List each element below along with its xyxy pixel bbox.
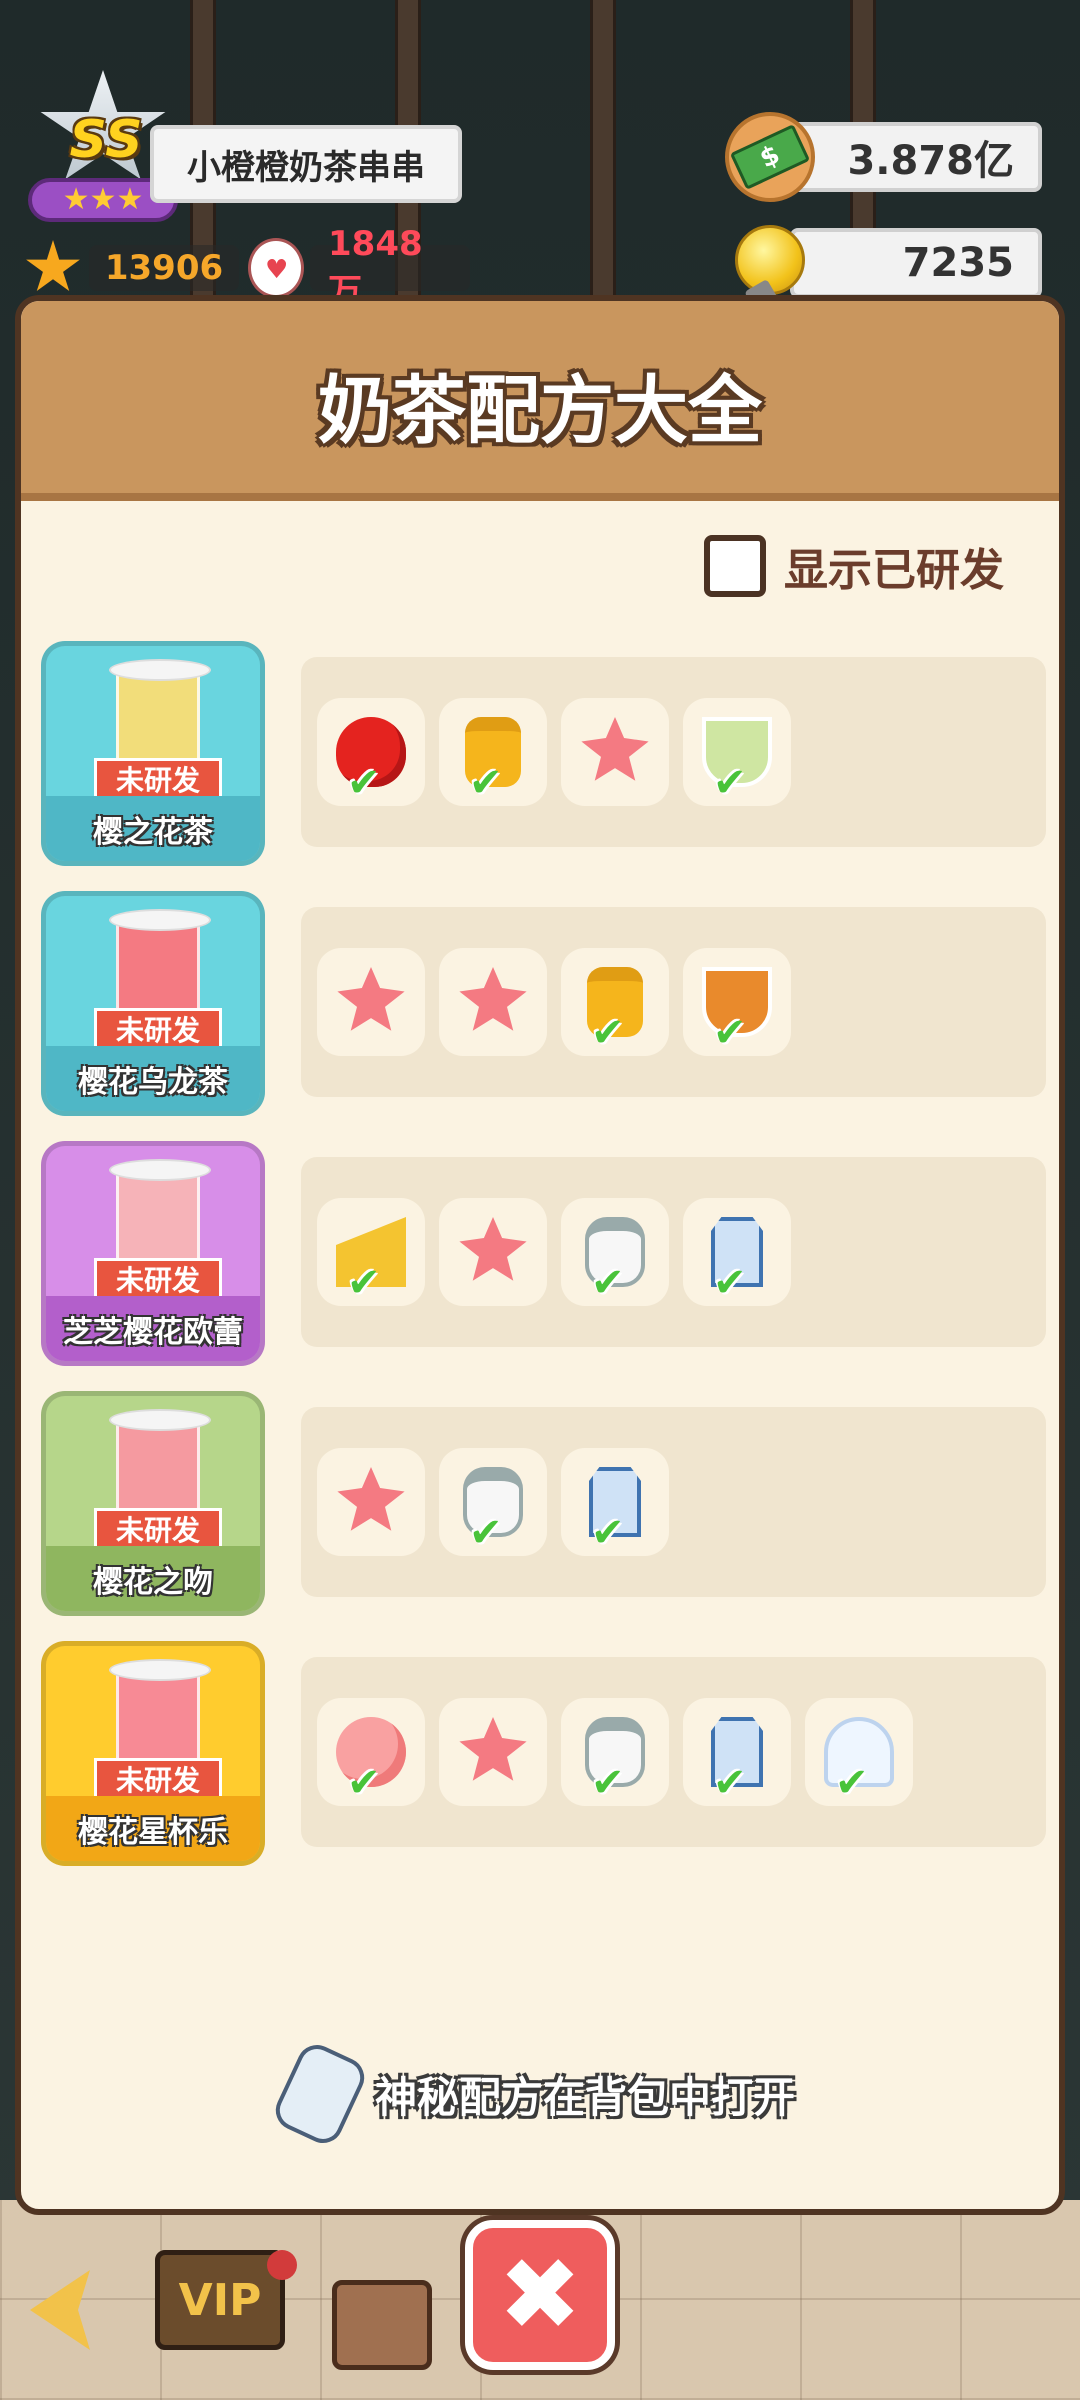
ingredient-list: ✔ ✔ ✔ xyxy=(301,1157,1046,1347)
recipe-card[interactable]: 未研发 樱之花茶 xyxy=(41,641,265,866)
recipe-card[interactable]: 未研发 樱花之吻 xyxy=(41,1391,265,1616)
status-badge: 未研发 xyxy=(94,1258,222,1300)
hint-row: 神秘配方在背包中打开 xyxy=(21,2038,1059,2150)
sakura-icon xyxy=(459,1717,527,1781)
stars-stat: 13906 xyxy=(25,238,239,298)
check-icon: ✔ xyxy=(591,1760,625,1806)
vip-button[interactable]: VIP xyxy=(155,2250,285,2350)
ingredient-list: ✔ ✔ xyxy=(301,1407,1046,1597)
check-icon: ✔ xyxy=(591,1510,625,1556)
ingredient-slot[interactable] xyxy=(439,1198,547,1306)
recipe-row: 未研发 樱花星杯乐 ✔ ✔ ✔ ✔ xyxy=(41,1641,1051,1866)
fans-stat: 1848万 xyxy=(248,224,470,312)
money-icon: $ xyxy=(725,112,815,202)
ingredient-slot[interactable]: ✔ xyxy=(683,698,791,806)
check-icon: ✔ xyxy=(347,1260,381,1306)
ingredient-list: ✔ ✔ ✔ xyxy=(301,657,1046,847)
sakura-icon xyxy=(337,967,405,1031)
check-icon: ✔ xyxy=(835,1760,869,1806)
status-badge: 未研发 xyxy=(94,1008,222,1050)
ingredient-slot[interactable] xyxy=(317,948,425,1056)
ingredient-slot[interactable]: ✔ xyxy=(805,1698,913,1806)
recipe-name: 樱之花茶 xyxy=(46,796,260,861)
ingredient-slot[interactable]: ✔ xyxy=(317,698,425,806)
check-icon: ✔ xyxy=(347,1760,381,1806)
bottom-bar: VIP ✖ xyxy=(0,2220,1080,2400)
ingredient-slot[interactable]: ✔ xyxy=(561,1448,669,1556)
check-icon: ✔ xyxy=(713,1010,747,1056)
ingredient-list: ✔ ✔ ✔ ✔ xyxy=(301,1657,1046,1847)
ingredient-slot[interactable]: ✔ xyxy=(561,1198,669,1306)
dollar-bill-icon: $ xyxy=(729,124,811,190)
lightbulb-icon xyxy=(735,225,805,295)
check-icon: ✔ xyxy=(469,760,503,806)
ingredient-slot[interactable]: ✔ xyxy=(439,1448,547,1556)
shop-cart-icon[interactable] xyxy=(332,2280,432,2370)
ingredient-slot[interactable]: ✔ xyxy=(683,1198,791,1306)
ingredient-slot[interactable]: ✔ xyxy=(317,1698,425,1806)
recipe-card[interactable]: 未研发 樱花星杯乐 xyxy=(41,1641,265,1866)
check-icon: ✔ xyxy=(713,1260,747,1306)
recipe-name: 樱花之吻 xyxy=(46,1546,260,1611)
check-icon: ✔ xyxy=(469,1510,503,1556)
show-researched-toggle[interactable]: 显示已研发 xyxy=(704,531,1004,601)
status-badge: 未研发 xyxy=(94,1508,222,1550)
ingredient-slot[interactable] xyxy=(439,1698,547,1806)
check-icon: ✔ xyxy=(347,760,381,806)
rank-stars: ★★★ xyxy=(62,182,144,217)
sakura-icon xyxy=(581,717,649,781)
recipe-row: 未研发 樱之花茶 ✔ ✔ ✔ xyxy=(41,641,1051,866)
ingredient-slot[interactable] xyxy=(317,1448,425,1556)
rank-label: SS xyxy=(69,110,143,170)
recipe-card[interactable]: 未研发 芝芝樱花欧蕾 xyxy=(41,1141,265,1366)
hint-text: 神秘配方在背包中打开 xyxy=(374,2072,795,2122)
money-balance[interactable]: 3.878亿 xyxy=(790,122,1042,192)
message-bottle-icon xyxy=(269,2038,371,2150)
top-hud: SS ★★★ 小橙橙奶茶串串 13906 1848万 3.878亿 $ 7235 xyxy=(0,0,1080,312)
recipe-name: 樱花乌龙茶 xyxy=(46,1046,260,1111)
recipe-name: 芝芝樱花欧蕾 xyxy=(46,1296,260,1361)
notification-dot xyxy=(267,2250,297,2280)
ingredient-slot[interactable] xyxy=(561,698,669,806)
ingredient-slot[interactable]: ✔ xyxy=(561,1698,669,1806)
status-badge: 未研发 xyxy=(94,758,222,800)
check-icon: ✔ xyxy=(591,1010,625,1056)
ingredient-slot[interactable]: ✔ xyxy=(439,698,547,806)
ingredient-slot[interactable] xyxy=(439,948,547,1056)
player-name[interactable]: 小橙橙奶茶串串 xyxy=(150,125,462,203)
check-icon: ✔ xyxy=(591,1260,625,1306)
recipe-card[interactable]: 未研发 樱花乌龙茶 xyxy=(41,891,265,1116)
ingredient-slot[interactable]: ✔ xyxy=(561,948,669,1056)
recipe-book-panel: 奶茶配方大全 显示已研发 未研发 樱之花茶 ✔ ✔ ✔ 未研发 樱花乌龙茶 ✔ ✔ 未研发 芝芝樱花… xyxy=(15,295,1065,2215)
back-arrow-icon[interactable] xyxy=(30,2270,90,2350)
star-icon xyxy=(26,240,80,291)
stars-value: 13906 xyxy=(89,245,239,291)
status-badge: 未研发 xyxy=(94,1758,222,1800)
panel-header: 奶茶配方大全 xyxy=(21,301,1059,501)
ingredient-slot[interactable]: ✔ xyxy=(683,948,791,1056)
sakura-icon xyxy=(337,1467,405,1531)
fans-value: 1848万 xyxy=(310,224,470,312)
sakura-icon xyxy=(459,1217,527,1281)
close-button[interactable]: ✖ xyxy=(465,2220,615,2370)
show-researched-checkbox[interactable] xyxy=(704,535,766,597)
show-researched-label: 显示已研发 xyxy=(784,545,1004,596)
sakura-icon xyxy=(459,967,527,1031)
fans-heart-icon xyxy=(248,238,304,298)
ingredient-slot[interactable]: ✔ xyxy=(317,1198,425,1306)
recipe-row: 未研发 芝芝樱花欧蕾 ✔ ✔ ✔ xyxy=(41,1141,1051,1366)
recipe-row: 未研发 樱花乌龙茶 ✔ ✔ xyxy=(41,891,1051,1116)
ingredient-list: ✔ ✔ xyxy=(301,907,1046,1097)
check-icon: ✔ xyxy=(713,760,747,806)
recipe-row: 未研发 樱花之吻 ✔ ✔ xyxy=(41,1391,1051,1616)
ingredient-slot[interactable]: ✔ xyxy=(683,1698,791,1806)
recipe-name: 樱花星杯乐 xyxy=(46,1796,260,1861)
check-icon: ✔ xyxy=(713,1760,747,1806)
panel-title: 奶茶配方大全 xyxy=(318,368,762,454)
ideas-balance[interactable]: 7235 xyxy=(790,228,1042,298)
